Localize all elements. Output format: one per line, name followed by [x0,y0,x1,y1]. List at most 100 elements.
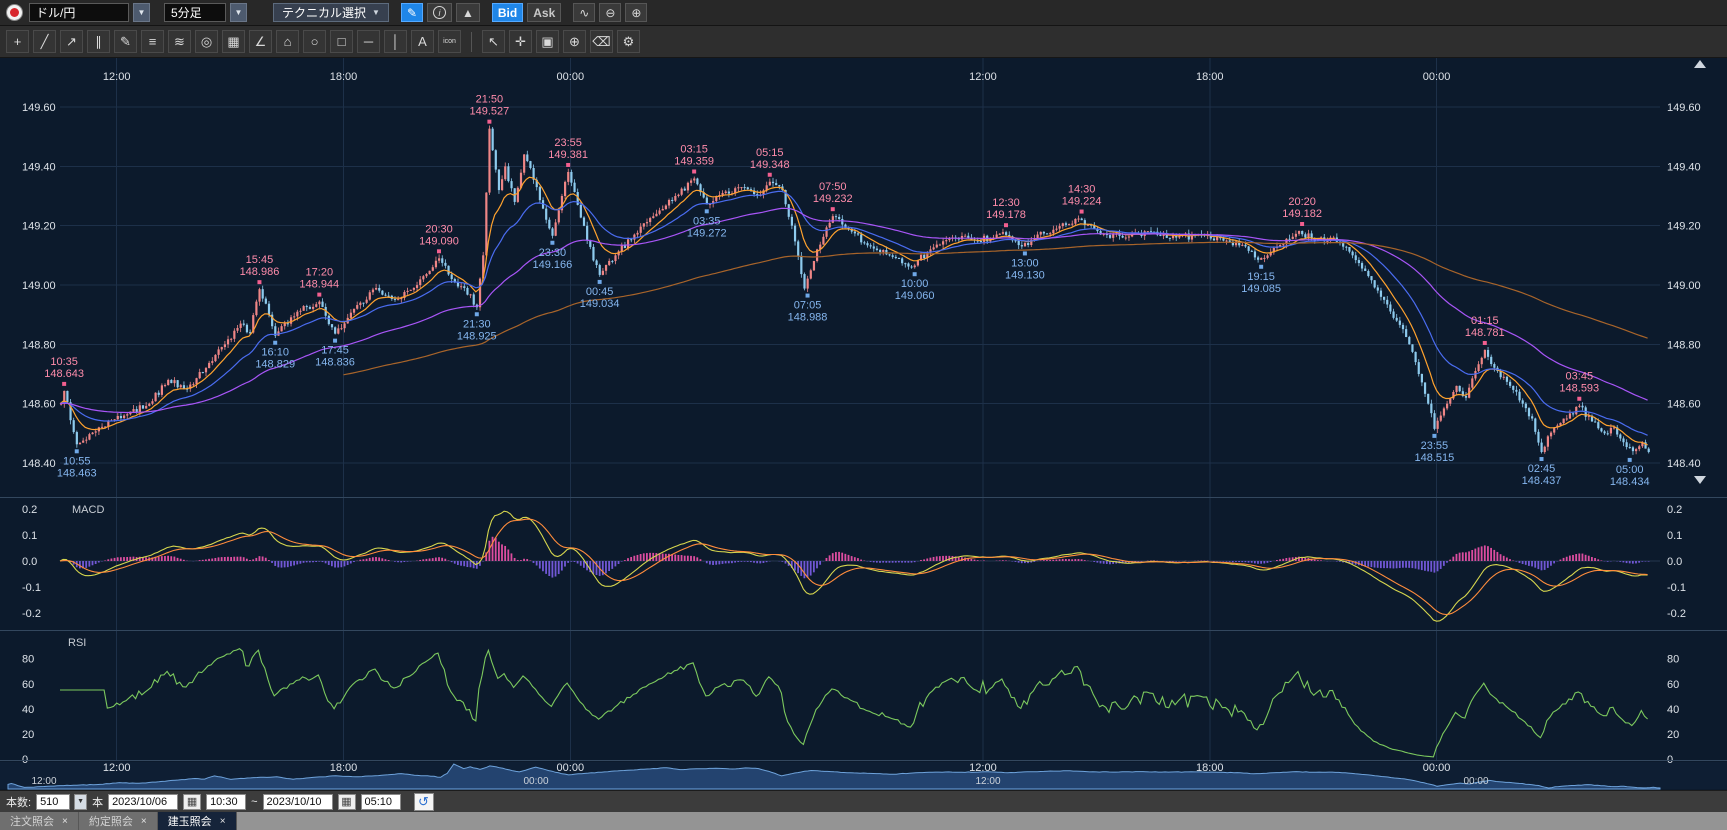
candle-body [1455,386,1457,392]
gann-grid-tool[interactable]: ▦ [222,30,245,53]
candle-body [1408,337,1410,344]
technical-select-label: テクニカル選択 [282,4,366,21]
horizontal-line-tool[interactable]: ─ [357,30,380,53]
close-icon[interactable]: × [220,816,226,827]
close-icon[interactable]: × [62,816,68,827]
tab-label: 建玉照会 [168,813,212,829]
annotation-price: 149.178 [986,209,1026,221]
candle-body [1474,371,1476,378]
bid-toggle-button[interactable]: Bid [492,3,523,22]
date-to-input[interactable] [263,794,333,810]
channel-tool[interactable]: ∥ [87,30,110,53]
rsi-axis-label-left: 60 [22,679,34,691]
vertical-line-tool[interactable]: │ [384,30,407,53]
info-button[interactable]: i [427,3,452,22]
candle-body [803,274,805,288]
candle-body [822,237,824,245]
technical-select-button[interactable]: テクニカル選択 ▼ [273,3,389,22]
toolbar-separator [471,32,472,52]
hand-tool[interactable]: ✛ [509,30,532,53]
currency-pair-dropdown-button[interactable]: ▼ [133,3,150,22]
candle-body [923,255,925,258]
candle-body [885,250,887,254]
annotation-price: 149.090 [419,235,459,247]
pencil-tool[interactable]: ✎ [114,30,137,53]
date-from-calendar-button[interactable]: ▦ [183,794,201,810]
angle-line-tool[interactable]: ∠ [249,30,272,53]
fib-retracement-tool[interactable]: ≡ [141,30,164,53]
candle-body [1478,364,1480,371]
candle-body [1352,252,1354,256]
candle-body [652,216,654,218]
navigator-time-label: 12:00 [31,776,56,787]
line-chart-button[interactable]: ∿ [573,3,595,22]
timeframe-select[interactable]: 5分足 [164,3,226,22]
candle-body [870,245,872,246]
time-from-input[interactable] [206,794,246,810]
trough-marker [475,312,479,316]
ray-line-tool[interactable]: ↗ [60,30,83,53]
candle-body [1364,269,1366,271]
ellipse-tool[interactable]: ○ [303,30,326,53]
candle-body [268,304,270,315]
zoom-out-button[interactable]: ⊖ [599,3,621,22]
bar-count-input[interactable] [36,794,70,810]
rsi-panel-title: RSI [68,637,86,649]
candle-body [687,183,689,191]
candle-body [488,129,490,193]
reset-range-button[interactable]: ↺ [414,793,434,811]
trendline-tool[interactable]: ╱ [33,30,56,53]
candle-body [120,416,122,418]
draw-mode-button[interactable]: ✎ [401,3,423,22]
close-icon[interactable]: × [141,816,147,827]
rectangle-tool[interactable]: □ [330,30,353,53]
date-to-calendar-button[interactable]: ▦ [338,794,356,810]
chart-style-button[interactable]: ▲ [456,3,480,22]
candle-body [230,339,232,340]
candle-body [898,258,900,259]
icon-stamp-tool[interactable]: icon [438,30,461,53]
candle-body [602,271,604,275]
candle-body [303,306,305,311]
bar-count-dropdown-button[interactable]: ▼ [74,794,87,810]
annotation-time: 07:05 [794,300,822,312]
magnifier-tool[interactable]: ⊕ [563,30,586,53]
copy-object-tool[interactable]: ▣ [536,30,559,53]
panel-tab-execution-inquiry[interactable]: 約定照会× [79,812,158,830]
object-settings-tool[interactable]: ⚙ [617,30,640,53]
panel-tab-position-inquiry[interactable]: 建玉照会 × [158,812,237,830]
candle-body [1046,233,1048,234]
candle-body [299,311,301,312]
bar-unit-label: 本 [92,794,103,810]
timeframe-dropdown-button[interactable]: ▼ [230,3,247,22]
date-from-input[interactable] [108,794,178,810]
candle-body [240,324,242,328]
price-axis-label-left: 148.60 [22,399,56,411]
candle-body [876,249,878,250]
fib-fan-tool[interactable]: ≋ [168,30,191,53]
text-tool[interactable]: A [411,30,434,53]
candle-body [180,385,182,387]
candle-body [907,263,909,266]
annotation-price: 148.925 [457,330,497,342]
ask-toggle-button[interactable]: Ask [527,3,561,22]
candle-body [558,210,560,222]
candle-body [1150,231,1152,232]
currency-pair-select[interactable]: ドル/円 [29,3,129,22]
candle-body [693,178,695,180]
candle-body [1027,243,1029,245]
candle-body [366,300,368,303]
trough-marker [333,339,337,343]
select-tool[interactable]: ↖ [482,30,505,53]
polygon-tool[interactable]: ⌂ [276,30,299,53]
panel-tab-order-inquiry[interactable]: 注文照会× [0,812,79,830]
candle-body [646,222,648,223]
annotation-time: 00:45 [586,286,614,298]
zoom-in-button[interactable]: ⊕ [625,3,647,22]
fib-arc-tool[interactable]: ◎ [195,30,218,53]
crosshair-tool[interactable]: + [6,30,29,53]
time-to-input[interactable] [361,794,401,810]
annotation-price: 148.988 [788,312,828,324]
chart-canvas[interactable]: 149.60149.60149.40149.40149.20149.20149.… [0,0,1727,830]
eraser-tool[interactable]: ⌫ [590,30,613,53]
